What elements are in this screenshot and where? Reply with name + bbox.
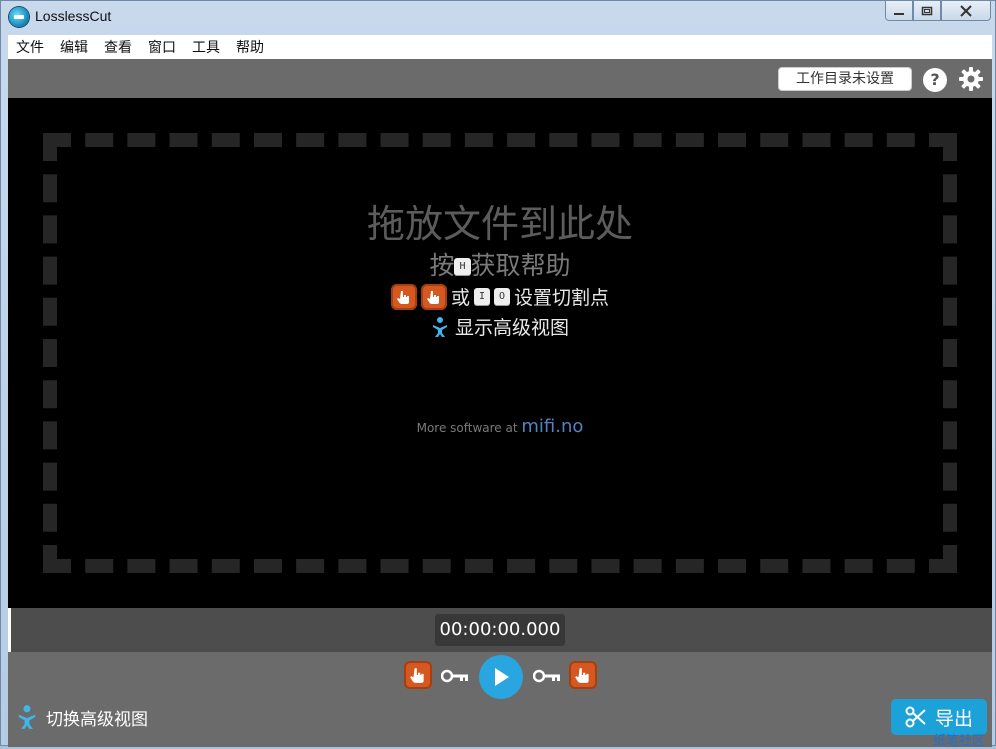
timeline-cursor[interactable]	[8, 608, 11, 652]
scissors-icon	[905, 706, 926, 728]
toggle-advanced-view-button[interactable]: 切换高级视图	[16, 704, 148, 730]
set-cut-start-hint-icon	[390, 283, 417, 310]
menu-file[interactable]: 文件	[8, 35, 52, 59]
menu-bar: 文件 编辑 查看 窗口 工具 帮助	[8, 35, 992, 59]
settings-button[interactable]	[958, 66, 984, 92]
advanced-view-label: 显示高级视图	[454, 317, 569, 339]
drop-files-title: 拖放文件到此处	[366, 202, 633, 246]
watermark: 纸笔社区	[933, 734, 986, 749]
advanced-view-hint[interactable]: 显示高级视图	[8, 313, 992, 340]
help-hint: 按 H 获取帮助	[8, 246, 992, 282]
key-icon	[440, 669, 468, 683]
window-title: LosslessCut	[35, 8, 112, 24]
hand-pointer-icon	[396, 290, 409, 304]
close-icon	[960, 4, 972, 17]
help-hint-prefix: 按	[429, 251, 455, 280]
maximize-icon	[921, 6, 933, 15]
minimize-button[interactable]	[885, 1, 913, 21]
more-software-text: More software at	[416, 421, 518, 435]
top-toolbar: 工作目录未设置 ?	[8, 59, 992, 98]
timecode-display[interactable]: 00:00:00.000	[435, 614, 565, 646]
menu-view[interactable]: 查看	[96, 35, 140, 59]
toggle-advanced-view-label: 切换高级视图	[46, 709, 148, 730]
jump-cut-end-button[interactable]	[532, 668, 561, 687]
play-icon	[495, 668, 509, 686]
minimize-icon	[894, 12, 904, 15]
working-directory-button[interactable]: 工作目录未设置	[778, 67, 912, 91]
key-icon	[532, 669, 560, 683]
help-hint-suffix: 获取帮助	[470, 251, 571, 280]
baby-icon	[432, 316, 447, 337]
help-key: H	[454, 258, 471, 276]
app-window: LosslessCut 文件 编辑 查看 窗口 工具 帮助 工作目录未设置 ?	[0, 0, 996, 749]
title-bar[interactable]: LosslessCut	[1, 1, 995, 34]
menu-help[interactable]: 帮助	[228, 35, 272, 59]
video-player-area[interactable]: 拖放文件到此处 按 H 获取帮助 或 I O 设置切割点 显示高级视图 More…	[8, 98, 992, 608]
set-cut-end-hint-icon	[420, 283, 447, 310]
maximize-button[interactable]	[913, 1, 941, 21]
more-software-line: More software at mifi.no	[8, 416, 992, 437]
menu-window[interactable]: 窗口	[140, 35, 184, 59]
gear-icon	[959, 67, 983, 91]
cut-or-text: 或	[450, 287, 470, 309]
help-button[interactable]: ?	[923, 68, 947, 92]
playback-controls: 切换高级视图 导出	[8, 652, 992, 747]
window-controls	[885, 1, 991, 21]
mifi-link[interactable]: mifi.no	[521, 416, 583, 437]
set-cut-start-button[interactable]	[404, 661, 432, 689]
menu-tools[interactable]: 工具	[184, 35, 228, 59]
app-content: 工作目录未设置 ? 拖放文件到此处 按 H 获取帮助 或 I O 设置切割点 显…	[8, 59, 992, 747]
hand-pointer-icon	[426, 290, 439, 304]
cut-out-key: O	[494, 287, 511, 306]
hand-pointer-icon	[575, 668, 589, 683]
cut-point-hint: 或 I O 设置切割点	[8, 283, 992, 310]
timeline-bar[interactable]: 00:00:00.000	[8, 608, 992, 652]
cut-in-key: I	[473, 287, 490, 306]
hand-pointer-icon	[410, 668, 424, 683]
menu-edit[interactable]: 编辑	[52, 35, 96, 59]
baby-icon	[18, 705, 36, 729]
cut-hint-suffix: 设置切割点	[514, 287, 610, 309]
app-logo-icon	[9, 7, 29, 27]
play-button[interactable]	[479, 655, 523, 699]
jump-cut-start-button[interactable]	[440, 668, 469, 687]
set-cut-end-button[interactable]	[569, 661, 597, 689]
export-label: 导出	[934, 707, 973, 730]
close-button[interactable]	[941, 1, 991, 21]
